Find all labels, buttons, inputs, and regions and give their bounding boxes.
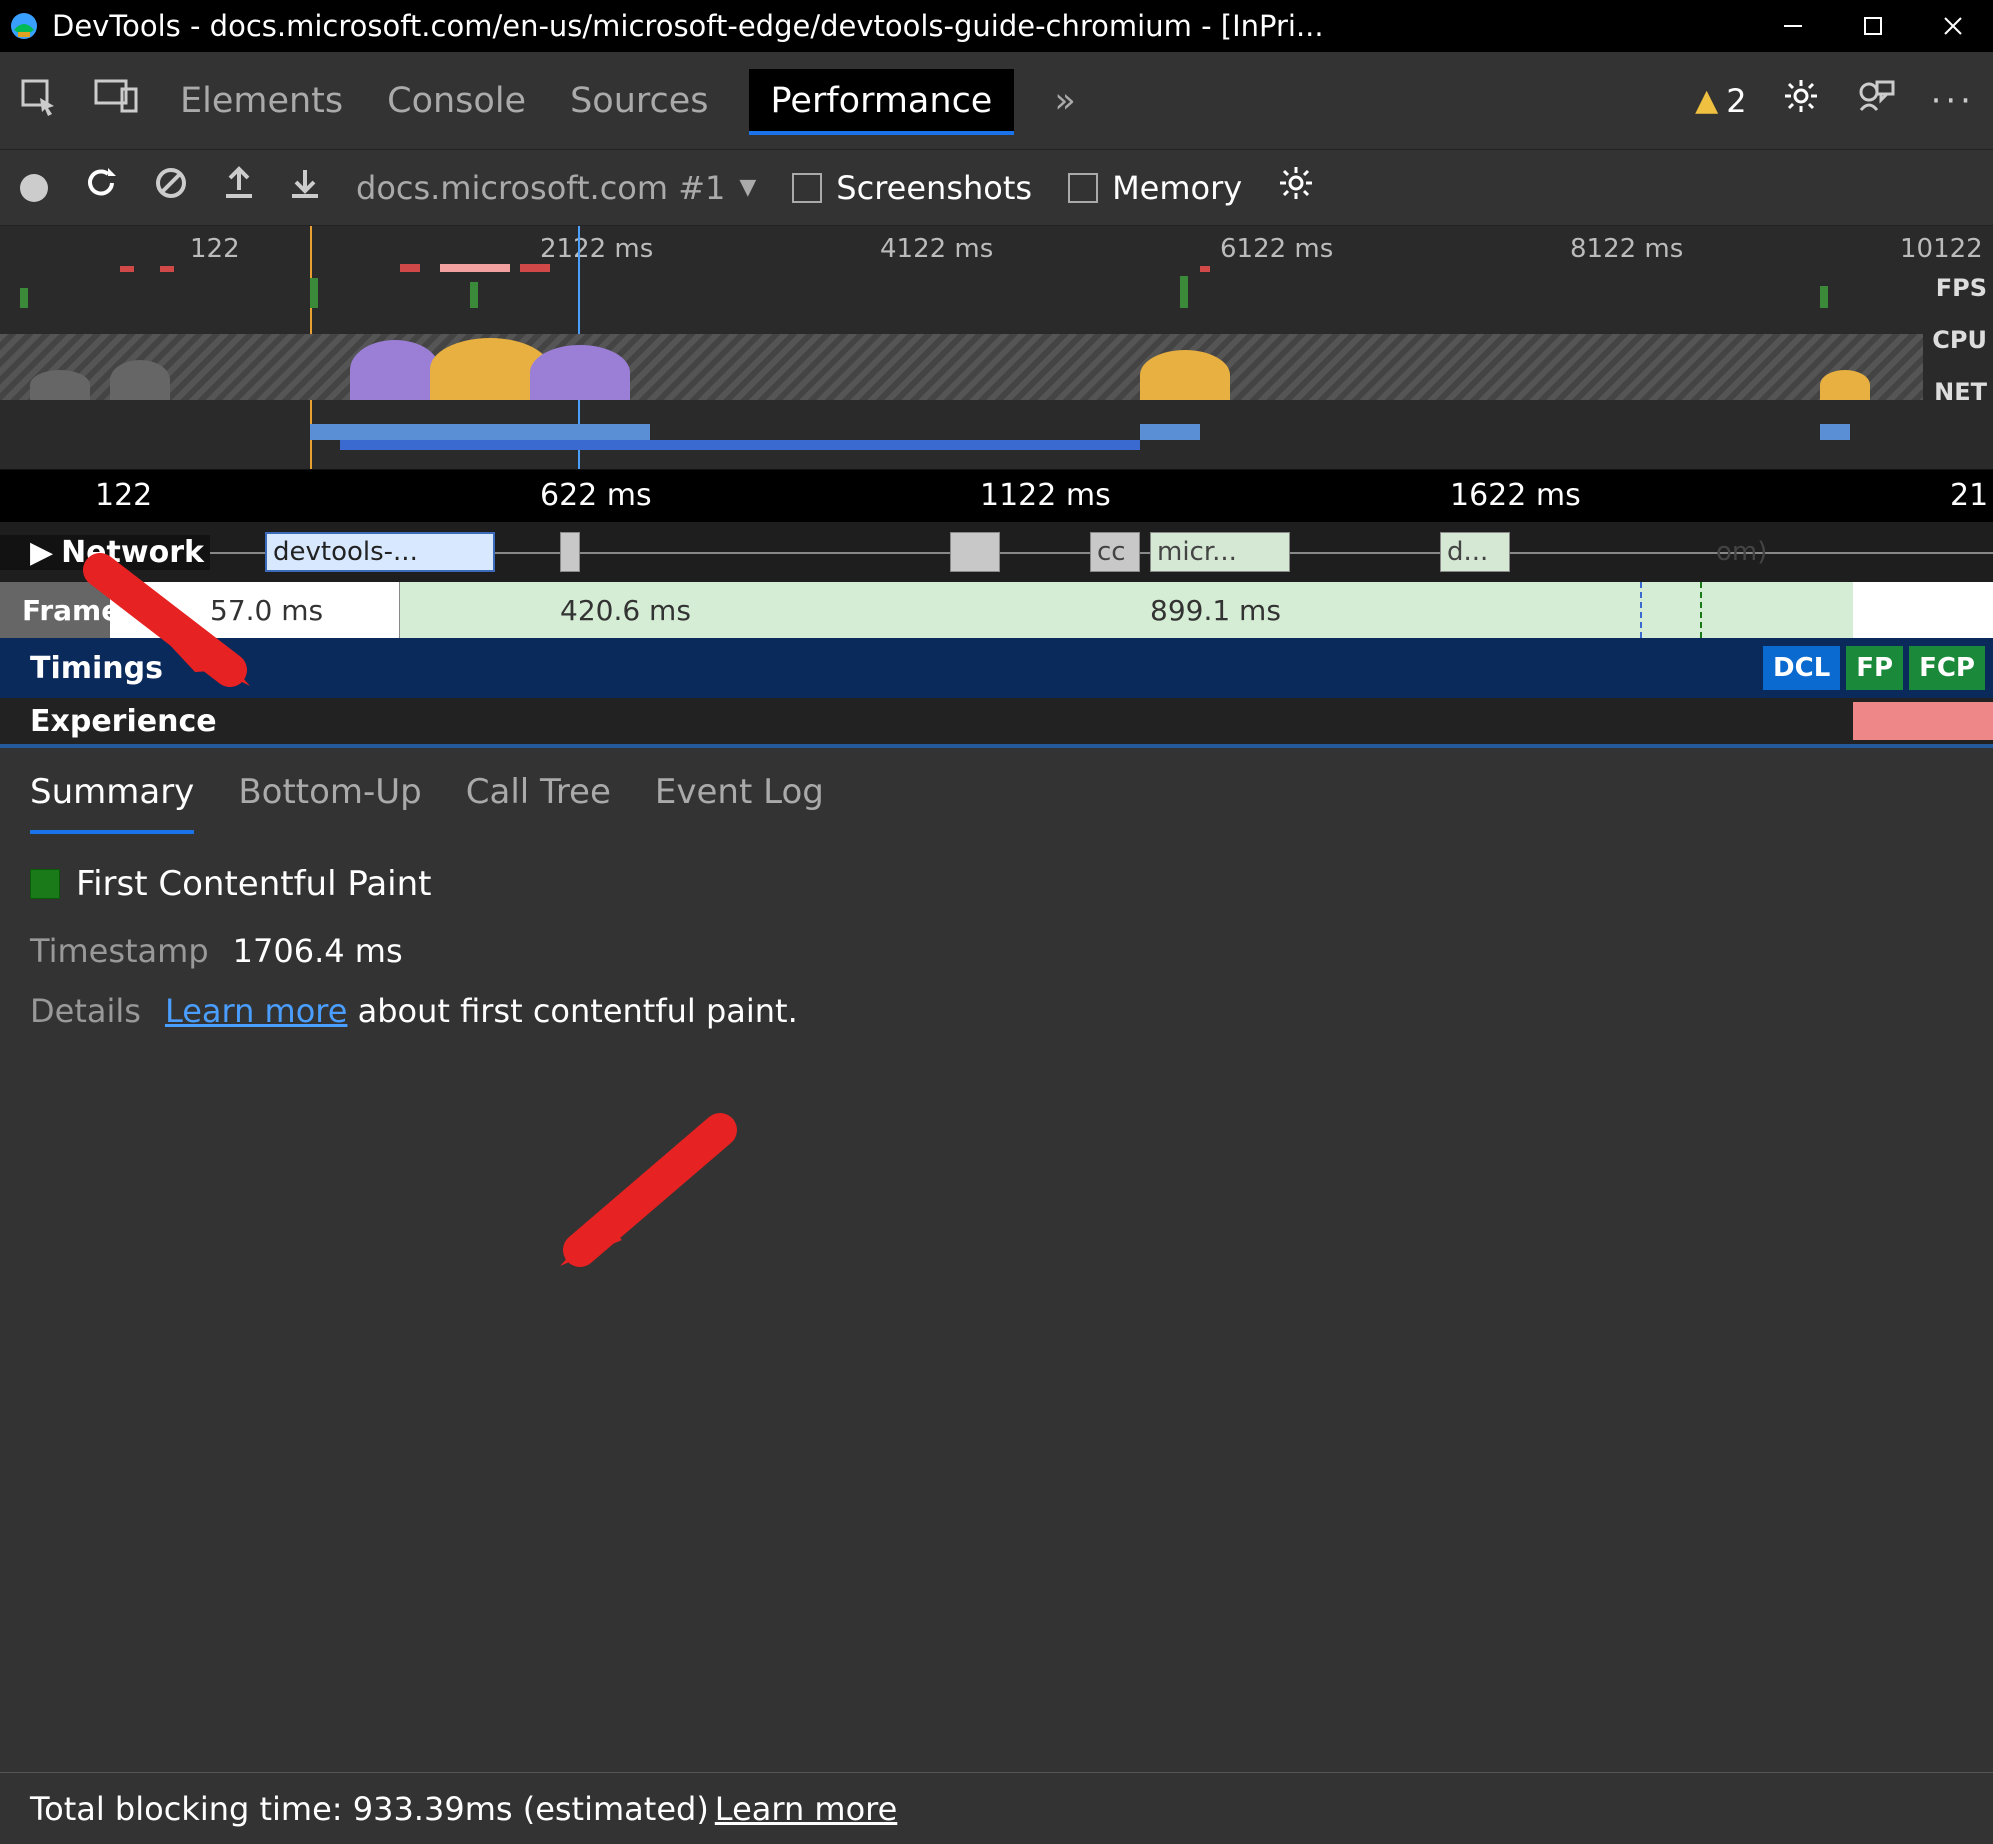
details-text: about first contentful paint.	[347, 992, 797, 1030]
status-footer: Total blocking time: 933.39ms (estimated…	[0, 1772, 1993, 1844]
metric-title: First Contentful Paint	[76, 864, 432, 904]
tab-call-tree[interactable]: Call Tree	[466, 752, 611, 832]
download-icon[interactable]	[290, 166, 320, 209]
network-request[interactable]: om)	[1710, 532, 1960, 572]
target-label: docs.microsoft.com #1	[356, 169, 725, 207]
warning-icon: ▲	[1695, 83, 1718, 118]
tab-summary[interactable]: Summary	[30, 752, 194, 832]
network-request[interactable]	[560, 532, 580, 572]
expand-icon[interactable]: ▶	[30, 535, 53, 570]
network-request[interactable]: d...	[1440, 532, 1510, 572]
summary-panel: First Contentful Paint Timestamp 1706.4 …	[0, 836, 1993, 1080]
frames-row[interactable]: Frames 57.0 ms 420.6 ms 899.1 ms	[0, 582, 1993, 638]
net-track	[0, 418, 1923, 450]
tab-performance[interactable]: Performance	[749, 69, 1015, 133]
fps-track	[0, 272, 1923, 308]
overview-timeline[interactable]: 122 2122 ms 4122 ms 6122 ms 8122 ms 1012…	[0, 226, 1993, 470]
upload-icon[interactable]	[224, 166, 254, 209]
details-label: Details	[30, 992, 141, 1030]
titlebar: DevTools - docs.microsoft.com/en-us/micr…	[0, 0, 1993, 52]
checkbox-icon	[1068, 173, 1098, 203]
timing-dcl[interactable]: DCL	[1763, 646, 1840, 690]
memory-checkbox[interactable]: Memory	[1068, 169, 1242, 207]
cpu-track	[0, 334, 1923, 400]
experience-bar[interactable]	[1853, 702, 1993, 740]
experience-row[interactable]: Experience	[0, 698, 1993, 744]
kebab-icon[interactable]: ···	[1931, 81, 1975, 121]
close-button[interactable]	[1913, 0, 1993, 52]
timings-row[interactable]: Timings DCL FP FCP	[0, 638, 1993, 698]
caret-down-icon: ▼	[739, 175, 756, 200]
settings-icon[interactable]	[1783, 78, 1819, 123]
experience-label: Experience	[30, 704, 217, 739]
tab-elements[interactable]: Elements	[176, 71, 347, 131]
tab-bottom-up[interactable]: Bottom-Up	[238, 752, 421, 832]
flamechart-area[interactable]: 122 622 ms 1122 ms 1622 ms 21 ▶ Network …	[0, 470, 1993, 744]
metric-color-swatch	[30, 869, 60, 899]
timing-fp[interactable]: FP	[1846, 646, 1903, 690]
target-selector[interactable]: docs.microsoft.com #1 ▼	[356, 169, 756, 207]
memory-label: Memory	[1112, 169, 1242, 207]
tab-sources[interactable]: Sources	[566, 71, 712, 131]
frame-value: 420.6 ms	[560, 594, 691, 627]
overview-labels: FPS CPU NET	[1932, 274, 1987, 430]
checkbox-icon	[792, 173, 822, 203]
device-icon[interactable]	[94, 77, 140, 124]
annotation-arrow	[80, 560, 260, 690]
screenshots-label: Screenshots	[836, 169, 1032, 207]
tab-event-log[interactable]: Event Log	[655, 752, 824, 832]
learn-more-link[interactable]: Learn more	[165, 992, 348, 1030]
tab-more[interactable]: »	[1050, 71, 1079, 131]
window-title: DevTools - docs.microsoft.com/en-us/micr…	[52, 9, 1753, 43]
warnings-indicator[interactable]: ▲ 2	[1695, 82, 1746, 120]
minimize-button[interactable]	[1753, 0, 1833, 52]
screenshots-checkbox[interactable]: Screenshots	[792, 169, 1032, 207]
warning-count: 2	[1726, 82, 1746, 120]
capture-settings-icon[interactable]	[1278, 165, 1314, 210]
footer-learn-more-link[interactable]: Learn more	[715, 1790, 898, 1828]
network-request[interactable]	[950, 532, 1000, 572]
reload-icon[interactable]	[84, 166, 118, 209]
main-tabs: Elements Console Sources Performance » ▲…	[0, 52, 1993, 150]
network-row[interactable]: ▶ Network devtools-... cc micr... d... o…	[0, 522, 1993, 582]
network-request[interactable]: cc	[1090, 532, 1140, 572]
inspect-icon[interactable]	[18, 76, 58, 125]
summary-tabs: Summary Bottom-Up Call Tree Event Log	[0, 744, 1993, 836]
perf-toolbar: docs.microsoft.com #1 ▼ Screenshots Memo…	[0, 150, 1993, 226]
feedback-icon[interactable]	[1855, 76, 1895, 125]
network-request-selected[interactable]: devtools-...	[265, 532, 495, 572]
timestamp-value: 1706.4 ms	[233, 932, 403, 970]
total-blocking-time: Total blocking time: 933.39ms (estimated…	[30, 1790, 709, 1828]
maximize-button[interactable]	[1833, 0, 1913, 52]
detail-ruler: 122 622 ms 1122 ms 1622 ms 21	[0, 470, 1993, 522]
timestamp-label: Timestamp	[30, 932, 209, 970]
network-request[interactable]: micr...	[1150, 532, 1290, 572]
timing-fcp[interactable]: FCP	[1909, 646, 1985, 690]
frame-value: 899.1 ms	[1150, 594, 1281, 627]
clear-icon[interactable]	[154, 166, 188, 209]
annotation-arrow	[560, 1120, 740, 1270]
record-button[interactable]	[20, 174, 48, 202]
tab-console[interactable]: Console	[383, 71, 530, 131]
app-icon	[8, 10, 40, 42]
